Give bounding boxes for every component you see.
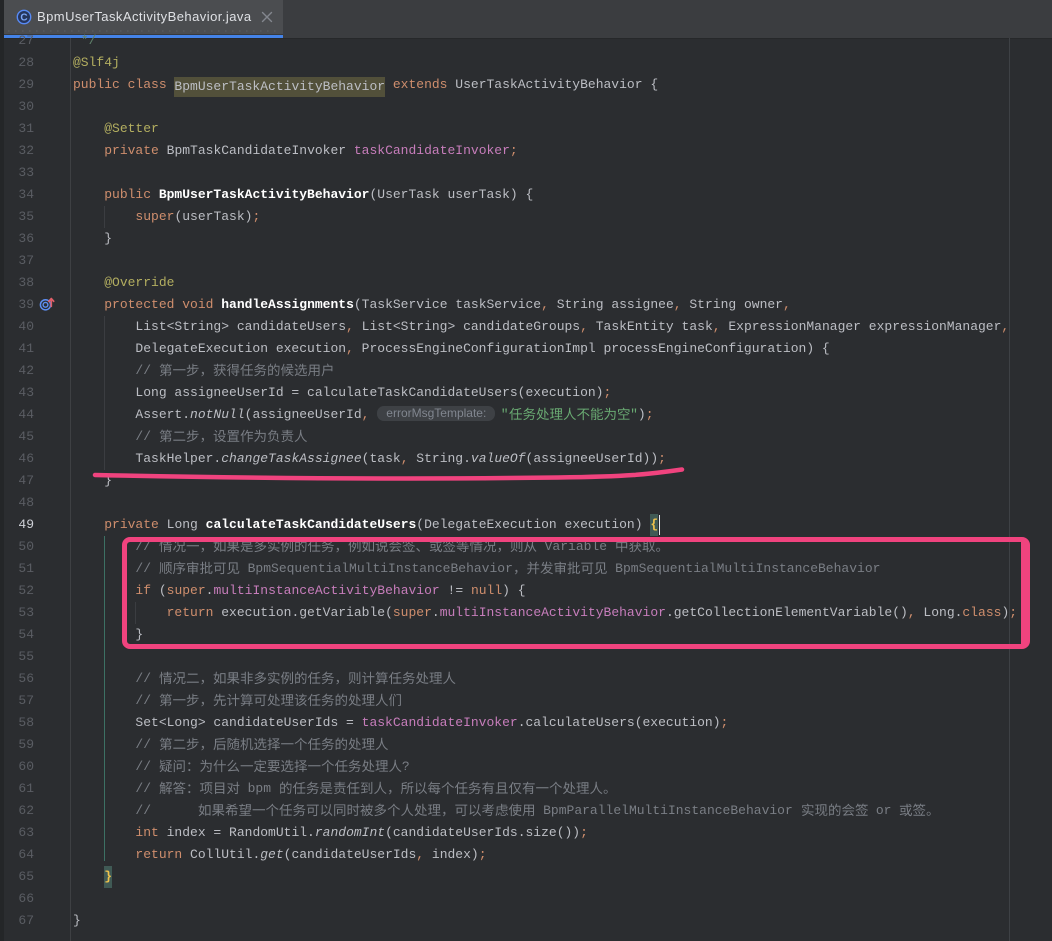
svg-text:C: C bbox=[20, 13, 27, 24]
